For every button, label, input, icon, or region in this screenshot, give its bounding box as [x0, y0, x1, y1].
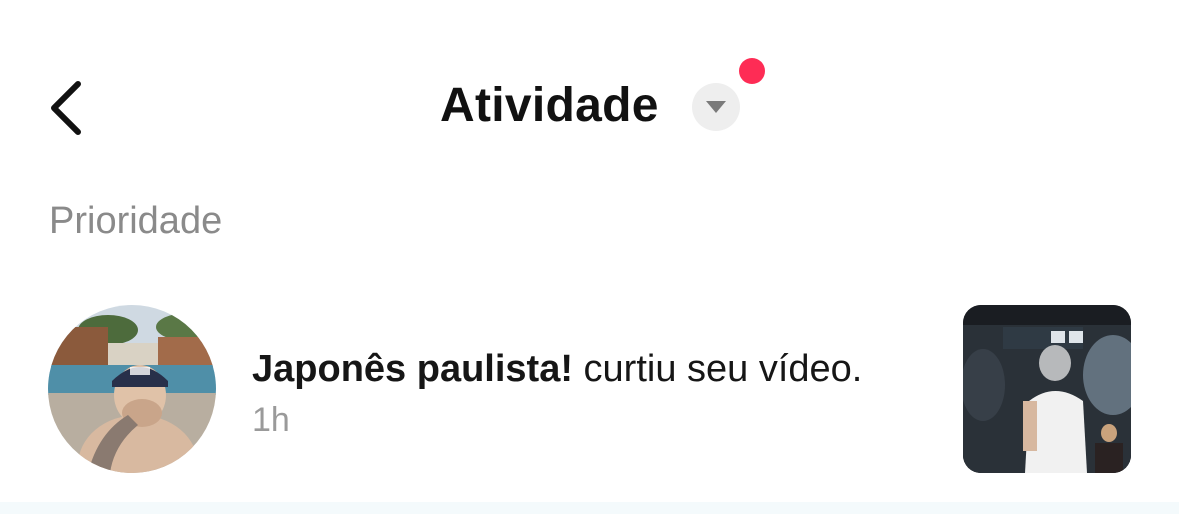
notification-time: 1h	[252, 401, 290, 439]
notification-action: curtiu seu vídeo.	[583, 348, 863, 390]
user-avatar[interactable]	[48, 305, 216, 473]
page-title: Atividade	[440, 79, 659, 132]
video-thumbnail[interactable]	[963, 305, 1131, 473]
section-label-priority: Prioridade	[49, 200, 223, 242]
activity-filter-dropdown[interactable]	[692, 83, 740, 131]
next-item-edge	[0, 502, 1179, 514]
notification-item[interactable]: Japonês paulista! curtiu seu vídeo. 1h	[0, 300, 1179, 480]
notification-dot	[739, 58, 765, 84]
notification-text: Japonês paulista! curtiu seu vídeo. 1h	[252, 344, 892, 445]
notification-username[interactable]: Japonês paulista!	[252, 348, 573, 390]
triangle-down-icon	[706, 101, 726, 113]
header-title-group[interactable]: Atividade	[0, 70, 1179, 146]
